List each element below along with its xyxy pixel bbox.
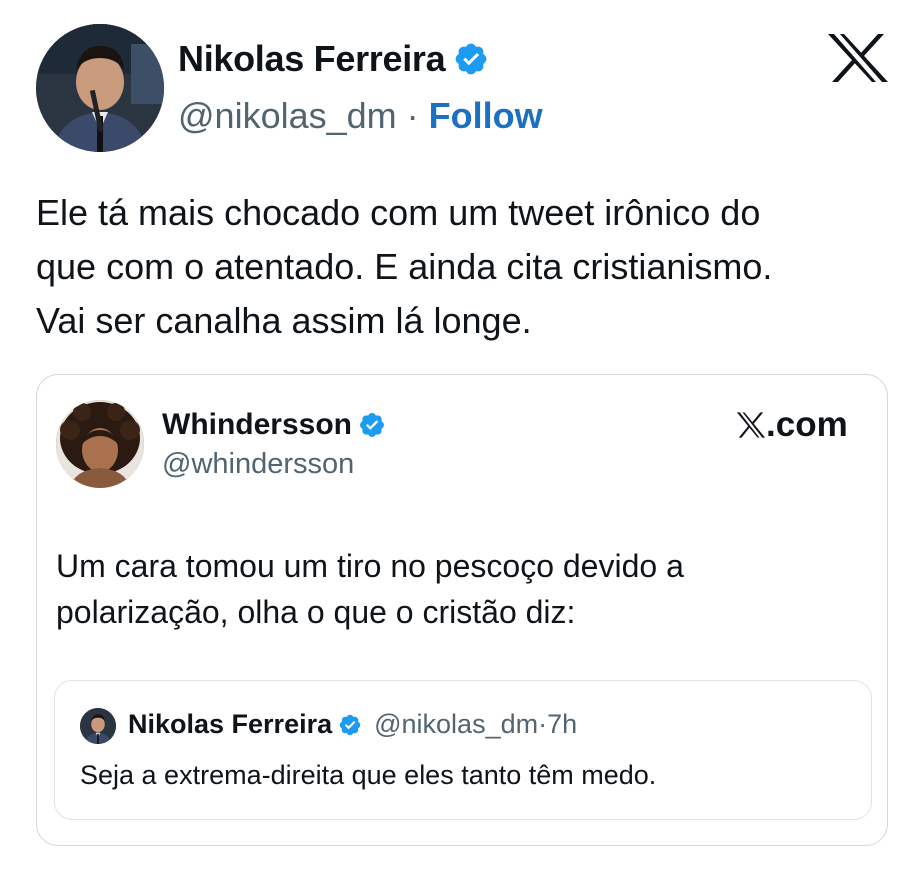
card-author-avatar-image [56, 400, 144, 488]
author-name[interactable]: Nikolas Ferreira [178, 38, 446, 80]
card-text-line: Um cara tomou um tiro no pescoço devido … [56, 548, 684, 584]
card-author-name-row[interactable]: Whindersson [162, 408, 386, 442]
quote-text: Seja a extrema-direita que eles tanto tê… [80, 760, 657, 790]
quote-time[interactable]: 7h [547, 709, 577, 739]
separator-dot: · [406, 95, 419, 136]
follow-button[interactable]: Follow [429, 95, 543, 136]
quoted-tweet[interactable] [54, 680, 872, 820]
source-label[interactable]: .com [736, 405, 848, 445]
card-author-avatar[interactable] [56, 400, 144, 488]
author-avatar[interactable] [36, 24, 164, 152]
verified-badge-icon [339, 714, 361, 735]
card-author-handle[interactable]: @whindersson [162, 448, 354, 481]
quote-header: Nikolas Ferreira @nikolas_dm·7h [128, 709, 577, 740]
author-avatar-image [36, 24, 164, 152]
verified-badge-icon [455, 43, 487, 75]
verified-badge-icon [360, 413, 384, 437]
tweet-line: Vai ser canalha assim lá longe. [36, 300, 532, 341]
quote-author-avatar[interactable] [80, 708, 116, 744]
tweet-text: Ele tá mais chocado com um tweet irônico… [36, 186, 886, 348]
author-name-row[interactable]: Nikolas Ferreira [178, 38, 489, 80]
card-text: Um cara tomou um tiro no pescoço devido … [56, 543, 856, 635]
separator-dot: · [538, 709, 548, 739]
card-author-name[interactable]: Whindersson [162, 408, 352, 442]
x-logo-icon [736, 412, 766, 438]
source-label-text: .com [766, 405, 848, 444]
quote-author-avatar-image [80, 708, 116, 744]
card-text-line: polarização, olha o que o cristão diz: [56, 594, 576, 630]
x-logo-icon[interactable] [826, 32, 890, 84]
author-handle-row: @nikolas_dm · Follow [178, 95, 543, 137]
tweet-line: que com o atentado. E ainda cita cristia… [36, 246, 773, 287]
quote-author-handle[interactable]: @nikolas_dm [374, 709, 538, 739]
tweet-line: Ele tá mais chocado com um tweet irônico… [36, 192, 761, 233]
author-handle[interactable]: @nikolas_dm [178, 95, 397, 136]
quote-author-name[interactable]: Nikolas Ferreira [128, 709, 332, 740]
quote-meta: @nikolas_dm·7h [374, 709, 577, 740]
